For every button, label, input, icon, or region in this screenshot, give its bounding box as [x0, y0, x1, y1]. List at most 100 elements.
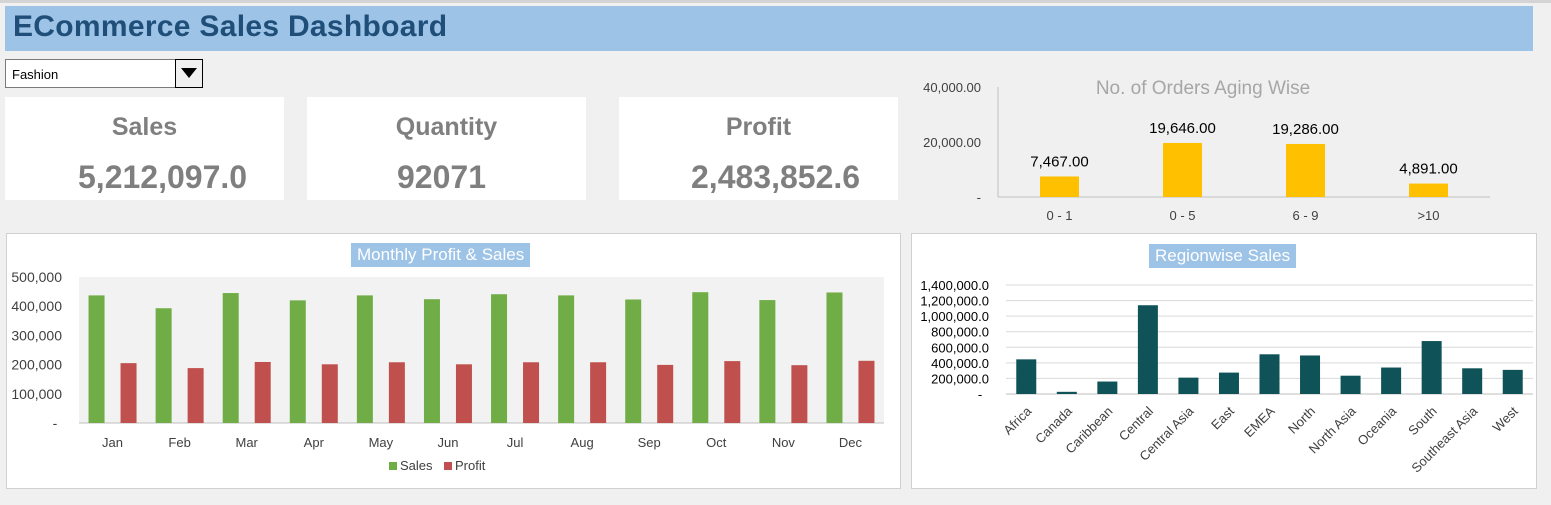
- monthly-category-label: Dec: [839, 435, 863, 450]
- profit-bar: [523, 362, 540, 423]
- region-y-tick-label: 200,000.0: [931, 371, 989, 386]
- title-banner: ECommerce Sales Dashboard: [5, 6, 1533, 51]
- profit-kpi-card: Profit 2,483,852.6: [619, 97, 898, 200]
- region-category-label: East: [1208, 403, 1237, 432]
- monthly-category-label: Jul: [507, 435, 524, 450]
- monthly-y-tick-label: 400,000: [11, 298, 62, 314]
- region-bar: [1502, 369, 1523, 394]
- profit-bar: [791, 365, 808, 423]
- region-y-tick-label: 800,000.0: [931, 325, 989, 340]
- quantity-kpi-value: 92071: [397, 159, 486, 195]
- region-bar: [1381, 367, 1402, 394]
- region-y-tick-label: 1,400,000.0: [920, 278, 989, 293]
- sales-bar: [558, 295, 575, 423]
- region-bar: [1016, 359, 1037, 394]
- monthly-y-tick-label: 300,000: [11, 327, 62, 343]
- monthly-category-label: Oct: [706, 435, 727, 450]
- region-bar: [1056, 391, 1077, 394]
- monthly-category-label: Jan: [102, 435, 123, 450]
- aging-y-tick-label: -: [977, 190, 981, 205]
- aging-data-label: 19,286.00: [1272, 121, 1339, 138]
- orders-aging-chart: No. of Orders Aging Wise - 20,000.00 40,00…: [923, 78, 1490, 223]
- profit-bar: [321, 364, 338, 423]
- region-bar: [1137, 305, 1158, 394]
- dashboard-title: ECommerce Sales Dashboard: [13, 10, 448, 43]
- region-category-label: Africa: [1000, 403, 1035, 438]
- monthly-y-tick-label: 500,000: [11, 269, 62, 285]
- monthly-category-label: Feb: [168, 435, 190, 450]
- aging-category-label: >10: [1417, 208, 1439, 223]
- region-y-tick-label: 1,000,000.0: [920, 309, 989, 324]
- region-y-tick-label: 600,000.0: [931, 340, 989, 355]
- monthly-category-label: Mar: [236, 435, 259, 450]
- sales-kpi-label: Sales: [111, 113, 178, 141]
- aging-category-label: 0 - 1: [1046, 208, 1072, 223]
- region-category-label: South: [1405, 404, 1440, 439]
- aging-category-label: 0 - 5: [1169, 208, 1195, 223]
- sales-bar: [692, 292, 709, 423]
- profit-kpi-label: Profit: [725, 113, 792, 141]
- profit-legend-label: Profit: [455, 458, 486, 473]
- region-bar: [1462, 368, 1483, 394]
- sales-legend-label: Sales: [400, 458, 433, 473]
- sales-bar: [88, 295, 105, 423]
- region-bar: [1218, 372, 1239, 394]
- region-bar: [1259, 354, 1280, 394]
- aging-bar: [1163, 142, 1202, 197]
- aging-y-tick-label: 20,000.00: [923, 135, 981, 150]
- region-bar: [1300, 355, 1321, 394]
- region-y-tick-label: 400,000.0: [931, 356, 989, 371]
- sales-bar: [289, 300, 306, 423]
- aging-bar: [1286, 143, 1325, 197]
- aging-y-tick-label: 40,000.00: [923, 80, 981, 95]
- profit-legend-swatch: [444, 462, 452, 470]
- region-y-tick-label: -: [978, 387, 982, 402]
- monthly-category-label: Apr: [304, 435, 325, 450]
- sales-bar: [222, 293, 239, 423]
- region-bar: [1340, 375, 1361, 394]
- sales-kpi-value: 5,212,097.0: [78, 159, 248, 195]
- monthly-y-tick-label: 100,000: [11, 386, 62, 402]
- monthly-category-label: Nov: [772, 435, 796, 450]
- aging-data-label: 19,646.00: [1149, 120, 1216, 137]
- profit-bar: [724, 361, 741, 423]
- region-category-label: West: [1489, 403, 1521, 435]
- category-dropdown-value: Fashion: [12, 67, 59, 82]
- monthly-y-tick-label: 200,000: [11, 357, 62, 373]
- window-top-border: [0, 0, 1551, 3]
- profit-bar: [858, 360, 875, 423]
- monthly-category-label: Jun: [437, 435, 458, 450]
- region-category-label: EMEA: [1241, 403, 1278, 440]
- region-category-label: North: [1285, 404, 1318, 437]
- profit-bar: [120, 363, 137, 423]
- monthly-profit-sales-chart: - 100,000 200,000 300,000 400,000 500,000 Jan F…: [11, 269, 884, 473]
- aging-data-label: 7,467.00: [1030, 153, 1088, 170]
- profit-bar: [657, 364, 674, 423]
- aging-bar: [1409, 183, 1448, 197]
- aging-chart-title: No. of Orders Aging Wise: [1096, 78, 1310, 99]
- profit-bar: [388, 362, 405, 423]
- region-bar: [1178, 377, 1199, 394]
- dropdown-arrow-button[interactable]: [175, 59, 203, 88]
- region-y-tick-label: 1,200,000.0: [920, 294, 989, 309]
- quantity-kpi-label: Quantity: [395, 113, 498, 141]
- sales-bar: [356, 295, 373, 423]
- aging-data-label: 4,891.00: [1399, 161, 1457, 178]
- profit-bar: [254, 361, 271, 423]
- region-chart-panel: Regionwise Sales -200,000.0 400,000.0 600,…: [911, 233, 1537, 489]
- profit-bar: [187, 368, 204, 423]
- profit-bar: [590, 362, 607, 423]
- profit-kpi-value: 2,483,852.6: [691, 159, 861, 195]
- category-dropdown[interactable]: Fashion: [5, 59, 203, 88]
- sales-bar: [625, 299, 642, 423]
- quantity-kpi-card: Quantity 92071: [307, 97, 586, 200]
- sales-bar: [423, 299, 440, 423]
- sales-bar: [491, 294, 508, 423]
- sales-bar: [155, 308, 172, 423]
- chevron-down-icon: [181, 68, 197, 78]
- monthly-category-label: May: [369, 435, 394, 450]
- monthly-y-tick-label: -: [53, 415, 58, 431]
- sales-legend-swatch: [389, 462, 397, 470]
- aging-category-label: 6 - 9: [1292, 208, 1318, 223]
- region-category-label: Central: [1116, 403, 1156, 443]
